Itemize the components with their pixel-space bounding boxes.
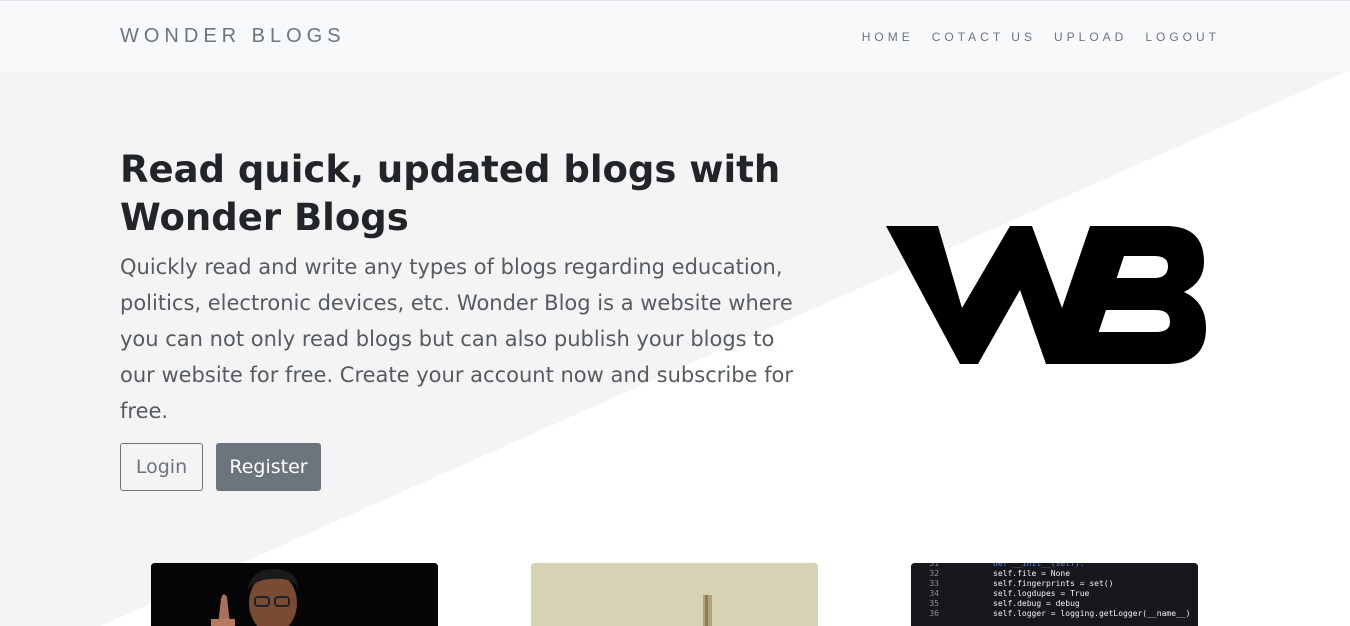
code-text: self.fingerprints = set() — [993, 579, 1114, 588]
code-text: self.debug = debug — [993, 599, 1080, 608]
blog-card-image-speaker[interactable] — [151, 563, 438, 626]
page: WONDER BLOGS HOME COTACT US UPLOAD LOGOU… — [0, 0, 1350, 626]
code-text: self.file = None — [993, 569, 1071, 578]
cross-photo — [531, 563, 818, 626]
code-text: self.logger = logging.getLogger(__name__… — [993, 609, 1191, 618]
speaker-photo — [151, 563, 438, 626]
blog-card-image-cross[interactable] — [531, 563, 818, 626]
code-text: self.logdupes = True — [993, 589, 1090, 598]
hero-title-line2: Wonder Blogs — [120, 196, 409, 239]
code-line: 34 self.logdupes = True — [911, 589, 1089, 599]
brand-logo-text[interactable]: WONDER BLOGS — [120, 25, 346, 48]
code-line: 33 self.fingerprints = set() — [911, 579, 1113, 589]
nav-upload-link[interactable]: UPLOAD — [1054, 30, 1127, 44]
navbar: WONDER BLOGS HOME COTACT US UPLOAD LOGOU… — [0, 0, 1350, 72]
code-screenshot: 31 def __init__(self): 32 self.file = None… — [911, 563, 1198, 626]
code-line: 35 self.debug = debug — [911, 599, 1080, 609]
wb-logo-icon — [886, 226, 1206, 364]
code-line-number: 35 — [929, 599, 939, 608]
login-button[interactable]: Login — [120, 443, 203, 491]
register-button[interactable]: Register — [216, 443, 321, 491]
hero-title-line1: Read quick, updated blogs with — [120, 148, 781, 191]
nav-logout-link[interactable]: LOGOUT — [1145, 30, 1220, 44]
code-line: 32 self.file = None — [911, 569, 1070, 579]
code-line-number: 34 — [929, 589, 939, 598]
nav-contact-link[interactable]: COTACT US — [932, 30, 1036, 44]
blog-card-image-code[interactable]: 31 def __init__(self): 32 self.file = None… — [911, 563, 1198, 626]
code-line: 36 self.logger = logging.getLogger(__name… — [911, 609, 1190, 619]
code-line-number: 32 — [929, 569, 939, 578]
code-line-number: 33 — [929, 579, 939, 588]
code-line-number: 36 — [929, 609, 939, 618]
nav-home-link[interactable]: HOME — [862, 30, 914, 44]
hero-description: Quickly read and write any types of blog… — [120, 255, 794, 423]
nav-links: HOME COTACT US UPLOAD LOGOUT — [862, 30, 1220, 44]
hero-title: Read quick, updated blogs with Wonder Blo… — [120, 146, 820, 242]
code-text: def __init__(self): — [993, 563, 1085, 568]
